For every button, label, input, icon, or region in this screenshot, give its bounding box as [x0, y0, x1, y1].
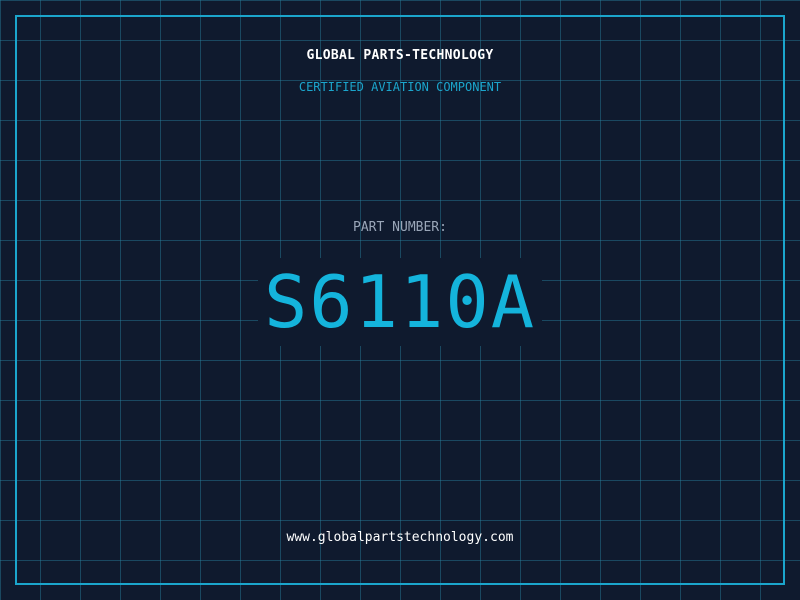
- part-number-container: S6110A: [0, 258, 800, 346]
- part-number-label: PART NUMBER:: [353, 220, 447, 235]
- part-number-value: S6110A: [257, 258, 543, 346]
- website-url: www.globalpartstechnology.com: [286, 530, 514, 545]
- part-label-card: GLOBAL PARTS-TECHNOLOGY CERTIFIED AVIATI…: [0, 0, 800, 600]
- certification-tagline: CERTIFIED AVIATION COMPONENT: [298, 80, 502, 94]
- company-name: GLOBAL PARTS-TECHNOLOGY: [306, 48, 494, 63]
